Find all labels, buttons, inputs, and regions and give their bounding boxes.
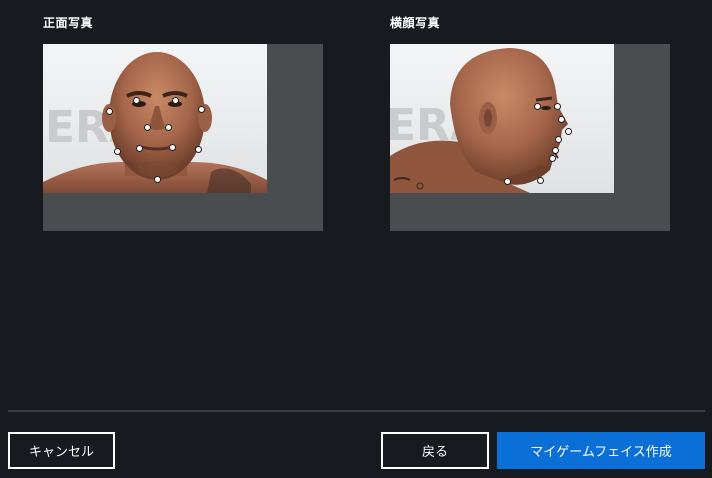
side-face-image: ERAPT	[390, 44, 614, 193]
create-my-gameface-button[interactable]: マイゲームフェイス作成	[497, 432, 705, 469]
footer-divider	[8, 410, 705, 412]
front-landmark-11[interactable]	[154, 176, 161, 183]
side-landmark-3[interactable]	[558, 116, 565, 123]
front-photo: ERAPT	[43, 44, 267, 193]
cancel-button[interactable]: キャンセル	[8, 432, 115, 469]
front-landmark-6[interactable]	[165, 124, 172, 131]
front-face-image: ERAPT	[43, 44, 267, 193]
side-landmark-8[interactable]	[537, 177, 544, 184]
side-landmark-7[interactable]	[549, 155, 556, 162]
front-landmark-3[interactable]	[172, 97, 179, 104]
side-landmark-9[interactable]	[504, 178, 511, 185]
face-scan-dialog: 正面写真 横顔写真 キャンセル 戻る マイゲームフェイス作成	[0, 0, 712, 478]
side-photo: ERAPT	[390, 44, 614, 193]
front-landmark-8[interactable]	[136, 145, 143, 152]
side-landmark-6[interactable]	[552, 147, 559, 154]
side-landmark-2[interactable]	[554, 103, 561, 110]
front-landmark-9[interactable]	[169, 144, 176, 151]
front-photo-label: 正面写真	[43, 16, 94, 30]
side-photo-label: 横顔写真	[390, 16, 441, 30]
side-photo-frame: ERAPT	[390, 44, 670, 231]
front-landmark-10[interactable]	[195, 146, 202, 153]
side-landmark-1[interactable]	[534, 103, 541, 110]
front-landmark-1[interactable]	[106, 108, 113, 115]
side-landmark-4[interactable]	[565, 128, 572, 135]
front-photo-frame: ERAPT	[43, 44, 323, 231]
front-landmark-7[interactable]	[114, 148, 121, 155]
front-landmark-2[interactable]	[133, 97, 140, 104]
back-button[interactable]: 戻る	[381, 432, 489, 469]
side-landmark-5[interactable]	[555, 136, 562, 143]
front-landmark-4[interactable]	[198, 106, 205, 113]
front-landmark-5[interactable]	[144, 124, 151, 131]
